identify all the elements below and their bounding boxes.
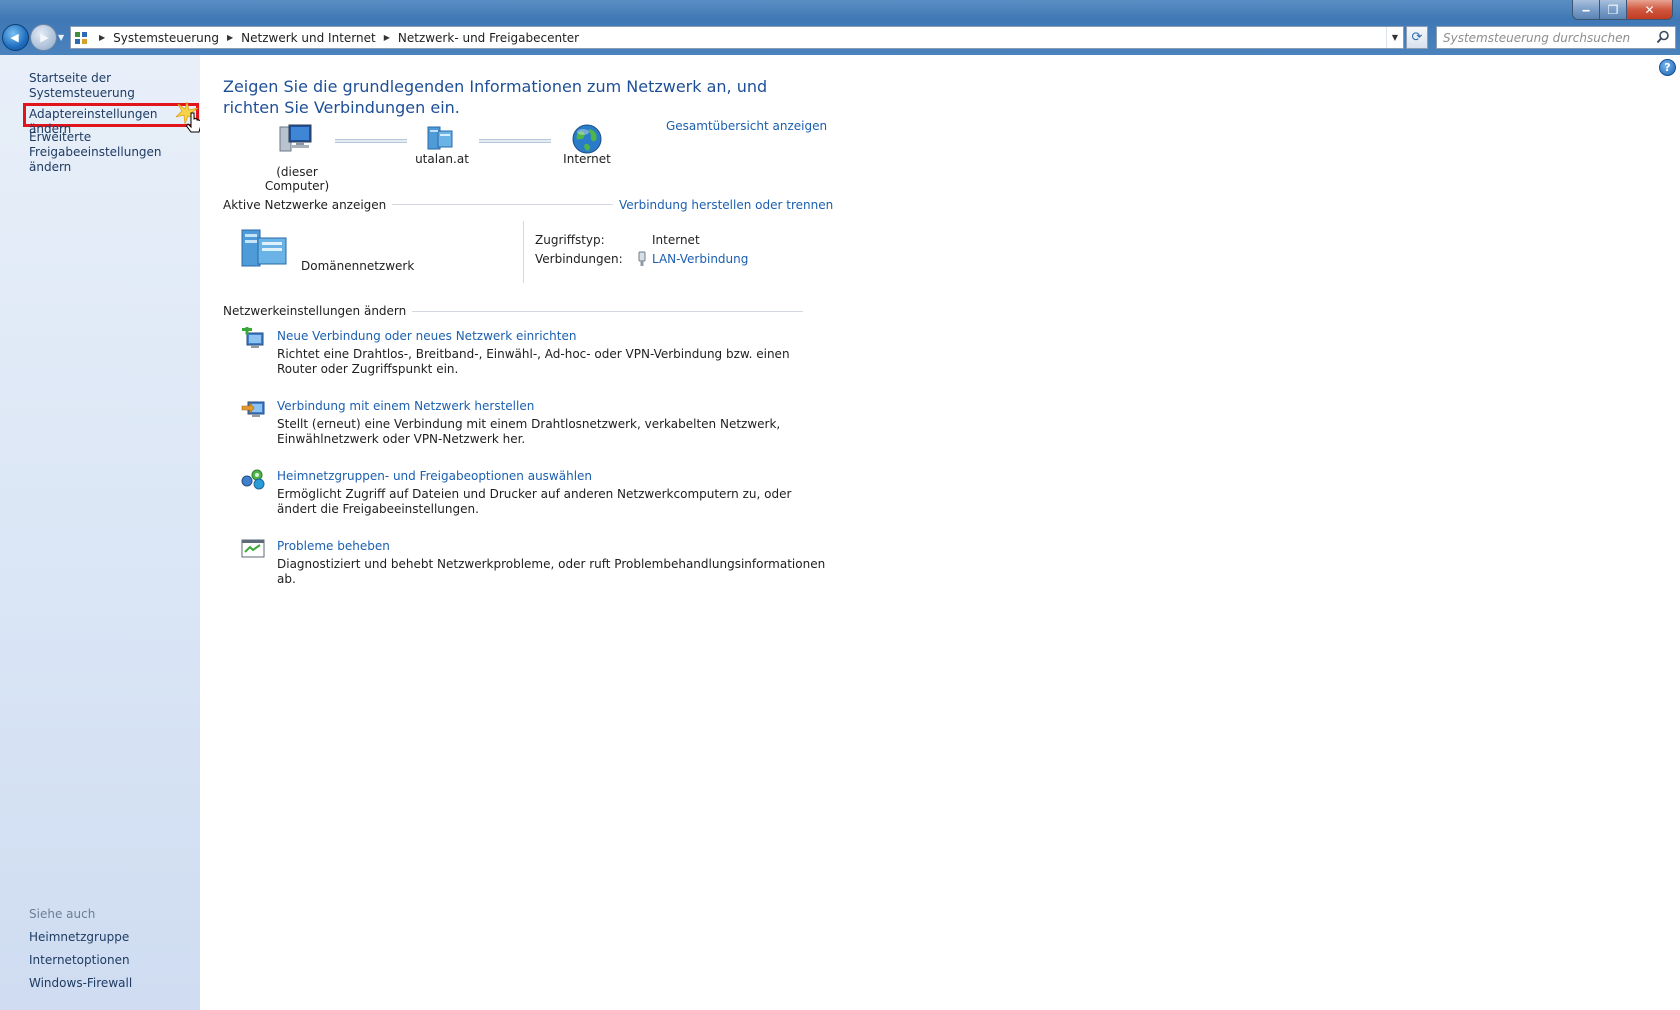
breadcrumb-systemsteuerung[interactable]: Systemsteuerung [113, 31, 219, 45]
refresh-icon: ⟳ [1411, 30, 1423, 45]
sidebar-item-internet-options[interactable]: Internetoptionen [29, 953, 130, 968]
breadcrumb-netzwerk-und-internet[interactable]: Netzwerk und Internet [241, 31, 376, 45]
sidebar-item-advanced-sharing[interactable]: Erweiterte Freigabeeinstellungen ändern [29, 130, 200, 175]
vertical-divider [523, 221, 524, 283]
computer-icon[interactable] [278, 123, 312, 158]
control-panel-icon [71, 27, 91, 48]
sidebar-item-label: Erweiterte [29, 130, 92, 144]
connect-network-icon[interactable] [241, 398, 265, 423]
task-homegroup-desc: Ermöglicht Zugriff auf Dateien und Druck… [277, 487, 792, 516]
breadcrumb-freigabecenter[interactable]: Netzwerk- und Freigabecenter [398, 31, 579, 45]
help-button[interactable]: ? [1659, 59, 1676, 76]
page-title: Zeigen Sie die grundlegenden Information… [223, 77, 768, 117]
sidebar-item-homegroup[interactable]: Heimnetzgruppe [29, 930, 129, 945]
network-label: utalan.at [415, 152, 469, 166]
connect-disconnect-link[interactable]: Verbindung herstellen oder trennen [613, 198, 834, 212]
lan-connection-link[interactable]: LAN-Verbindung [652, 252, 748, 266]
access-type-label: Zugriffstyp: [535, 233, 605, 247]
close-button[interactable]: ✕ [1627, 0, 1672, 19]
network-settings-title: Netzwerkeinstellungen ändern [223, 304, 413, 318]
homegroup-icon[interactable] [241, 468, 265, 493]
breadcrumb-separator-icon[interactable]: ▶ [91, 33, 113, 42]
sidebar-item-control-panel-home[interactable]: Startseite der Systemsteuerung [29, 71, 200, 101]
window-controls: ‒ ❐ ✕ [1573, 0, 1672, 19]
access-type-value: Internet [652, 233, 700, 247]
left-navigation-pane: Startseite der Systemsteuerung Adapterei… [0, 55, 200, 1010]
forward-arrow-icon: ▶ [40, 31, 49, 44]
sidebar-item-windows-firewall[interactable]: Windows-Firewall [29, 976, 132, 991]
main-content: ? Zeigen Sie die grundlegenden Informati… [200, 55, 1680, 1010]
connection-line [479, 139, 551, 143]
internet-label: Internet [563, 152, 611, 166]
address-dropdown-button[interactable]: ▼ [1386, 27, 1403, 48]
task-troubleshoot-desc: Diagnostiziert und behebt Netzwerkproble… [277, 557, 826, 586]
lan-connection-icon [637, 251, 647, 270]
task-troubleshoot-link[interactable]: Probleme beheben [277, 539, 390, 553]
address-bar[interactable]: ▶ Systemsteuerung ▶ Netzwerk und Interne… [70, 26, 1404, 49]
search-input[interactable] [1437, 30, 1642, 45]
task-connect-network-link[interactable]: Verbindung mit einem Netzwerk herstellen [277, 399, 534, 413]
active-network-name: Domänennetzwerk [301, 259, 415, 273]
minimize-button[interactable]: ‒ [1573, 0, 1600, 19]
task-connect-network-desc: Stellt (erneut) eine Verbindung mit eine… [277, 417, 781, 446]
task-homegroup-link[interactable]: Heimnetzgruppen- und Freigabeoptionen au… [277, 469, 592, 483]
search-box[interactable] [1436, 26, 1676, 49]
back-button[interactable]: ◀ [2, 24, 29, 51]
new-connection-icon[interactable] [241, 324, 265, 354]
refresh-button[interactable]: ⟳ [1406, 26, 1428, 49]
connections-label: Verbindungen: [535, 252, 623, 266]
forward-button[interactable]: ▶ [30, 24, 57, 51]
maximize-button[interactable]: ❐ [1600, 0, 1627, 19]
back-arrow-icon: ◀ [10, 31, 19, 44]
connection-line [335, 139, 407, 143]
computer-label: (dieser Computer) [264, 165, 330, 193]
domain-network-icon [240, 228, 290, 271]
help-icon: ? [1664, 61, 1671, 74]
breadcrumb-separator-icon[interactable]: ▶ [219, 33, 241, 42]
recent-pages-dropdown[interactable]: ▼ [58, 33, 64, 42]
troubleshoot-icon[interactable] [241, 538, 265, 563]
see-also-title: Siehe auch [29, 907, 96, 921]
breadcrumb-separator-icon[interactable]: ▶ [376, 33, 398, 42]
breadcrumb: ▶ Systemsteuerung ▶ Netzwerk und Interne… [91, 27, 579, 48]
active-networks-title: Aktive Netzwerke anzeigen [223, 198, 393, 212]
title-bar: ‒ ❐ ✕ ◀ ▶ ▼ ▶ Systemsteuerung ▶ Netzwerk… [0, 0, 1680, 55]
search-icon[interactable] [1656, 30, 1670, 47]
sidebar-item-label: Freigabeeinstellungen ändern [29, 145, 162, 174]
task-new-connection-link[interactable]: Neue Verbindung oder neues Netzwerk einr… [277, 329, 576, 343]
task-new-connection-desc: Richtet eine Drahtlos-, Breitband-, Einw… [277, 347, 790, 376]
full-map-link[interactable]: Gesamtübersicht anzeigen [666, 119, 827, 133]
